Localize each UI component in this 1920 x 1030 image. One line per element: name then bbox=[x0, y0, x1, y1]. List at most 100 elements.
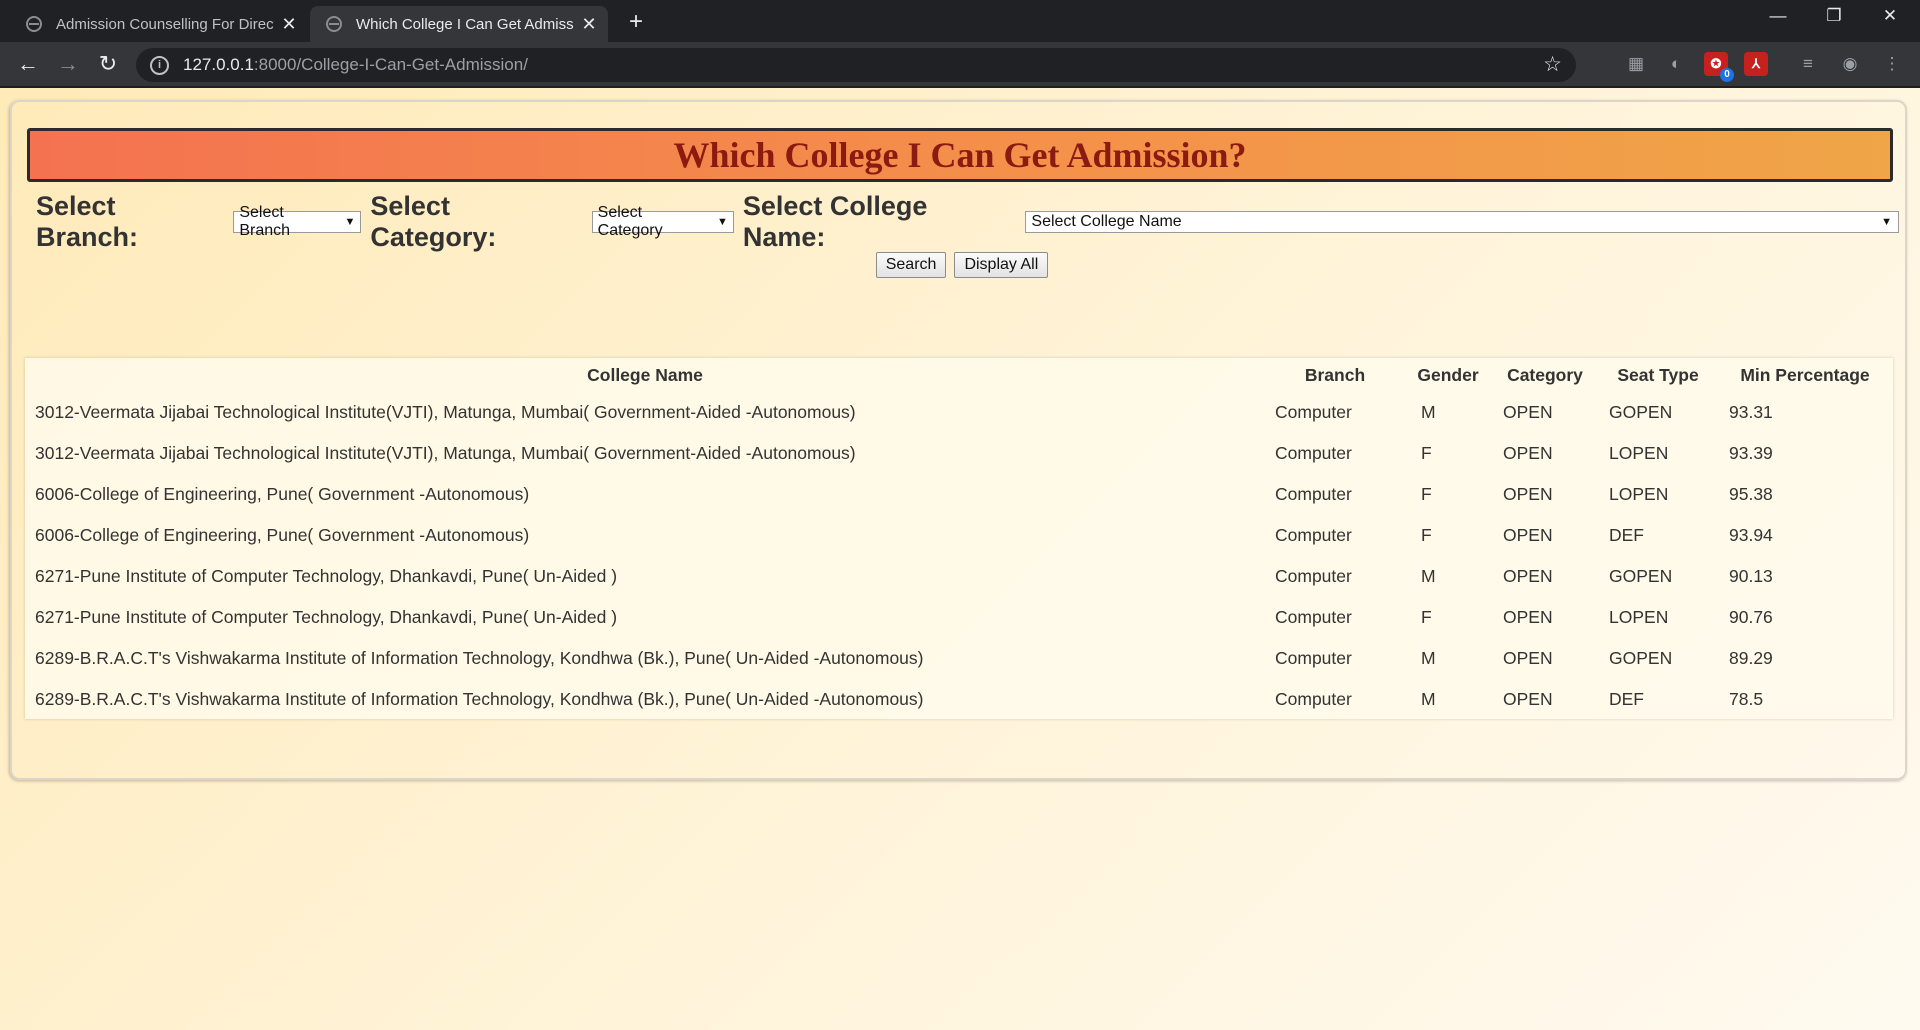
cell-category: OPEN bbox=[1503, 607, 1553, 627]
cell-category: OPEN bbox=[1503, 648, 1553, 668]
college-select-value: Select College Name bbox=[1031, 213, 1182, 230]
url-path: :8000/College-I-Can-Get-Admission/ bbox=[253, 55, 528, 74]
cell-min-percentage: 93.31 bbox=[1729, 402, 1773, 422]
tab-title: Admission Counselling For Direct bbox=[56, 15, 274, 33]
tab-close-icon[interactable]: ✕ bbox=[580, 14, 598, 35]
translate-extension-icon[interactable]: ▦ bbox=[1624, 52, 1648, 76]
cell-seat-type: LOPEN bbox=[1609, 607, 1669, 627]
back-icon[interactable]: ← bbox=[14, 51, 42, 77]
cell-category: OPEN bbox=[1503, 402, 1553, 422]
cell-gender: M bbox=[1421, 402, 1436, 422]
cell-college-name: 6271-Pune Institute of Computer Technolo… bbox=[35, 607, 618, 627]
sync-extension-icon[interactable]: ◐ bbox=[1664, 52, 1688, 76]
dropdown-arrow-icon: ▼ bbox=[716, 216, 728, 228]
branch-select[interactable]: Select Branch ▼ bbox=[233, 204, 362, 239]
cell-branch: Computer bbox=[1275, 443, 1352, 463]
media-control-icon[interactable]: ≡ bbox=[1796, 52, 1820, 76]
cell-gender: M bbox=[1421, 648, 1436, 668]
browser-tab-strip: Admission Counselling For Direct ✕ Which… bbox=[0, 0, 1920, 42]
table-row: 6006-College of Engineering, Pune( Gover… bbox=[25, 474, 1893, 515]
cell-gender: M bbox=[1421, 689, 1436, 709]
category-select-value: Select Category bbox=[597, 204, 663, 239]
branch-label: Select Branch: bbox=[36, 191, 139, 252]
cell-min-percentage: 78.5 bbox=[1729, 689, 1764, 709]
column-header-category: Category bbox=[1507, 364, 1583, 385]
column-header-gender: Gender bbox=[1417, 364, 1479, 385]
reload-icon[interactable]: ↻ bbox=[94, 51, 122, 77]
cell-min-percentage: 90.76 bbox=[1729, 607, 1773, 627]
forward-icon[interactable]: → bbox=[54, 51, 82, 77]
url-host: 127.0.0.1 bbox=[183, 55, 254, 74]
cell-min-percentage: 89.29 bbox=[1729, 648, 1773, 668]
cell-seat-type: GOPEN bbox=[1609, 566, 1673, 586]
cell-seat-type: GOPEN bbox=[1609, 648, 1673, 668]
tab-admission-counselling[interactable]: Admission Counselling For Direct ✕ bbox=[10, 6, 308, 42]
cell-gender: F bbox=[1421, 525, 1432, 545]
column-header-branch: Branch bbox=[1304, 364, 1366, 385]
pdf-extension-icon[interactable]: ⅄ bbox=[1744, 52, 1768, 76]
close-window-icon[interactable]: ✕ bbox=[1870, 6, 1910, 26]
cell-college-name: 3012-Veermata Jijabai Technological Inst… bbox=[35, 443, 856, 463]
cell-seat-type: DEF bbox=[1609, 525, 1644, 545]
cell-min-percentage: 93.94 bbox=[1729, 525, 1773, 545]
college-label: Select College Name: bbox=[742, 191, 928, 252]
adblock-extension-icon[interactable]: ✪ 0 bbox=[1704, 52, 1734, 82]
cell-college-name: 6006-College of Engineering, Pune( Gover… bbox=[35, 525, 530, 545]
page-banner: Which College I Can Get Admission? bbox=[27, 128, 1893, 182]
branch-select-value: Select Branch bbox=[239, 204, 291, 239]
cell-category: OPEN bbox=[1503, 689, 1553, 709]
browser-toolbar: ← → ↻ i 127.0.0.1:8000/College-I-Can-Get… bbox=[0, 42, 1920, 88]
cell-college-name: 6271-Pune Institute of Computer Technolo… bbox=[35, 566, 618, 586]
category-select[interactable]: Select Category ▼ bbox=[591, 204, 734, 239]
profile-avatar-icon[interactable]: ◉ bbox=[1838, 52, 1862, 76]
cell-category: OPEN bbox=[1503, 484, 1553, 504]
cell-college-name: 3012-Veermata Jijabai Technological Inst… bbox=[35, 402, 856, 422]
search-button[interactable]: Search bbox=[875, 252, 947, 278]
cell-seat-type: GOPEN bbox=[1609, 402, 1673, 422]
display-all-button[interactable]: Display All bbox=[954, 252, 1049, 278]
column-header-min-percentage: Min Percentage bbox=[1740, 364, 1870, 385]
cell-min-percentage: 95.38 bbox=[1729, 484, 1773, 504]
extension-badge: 0 bbox=[1720, 68, 1734, 82]
site-info-icon[interactable]: i bbox=[150, 55, 169, 75]
menu-kebab-icon[interactable]: ⋮ bbox=[1880, 52, 1904, 76]
results-table-container: College Name Branch Gender Category Seat… bbox=[25, 358, 1893, 719]
category-label: Select Category: bbox=[370, 191, 497, 252]
address-bar[interactable]: i 127.0.0.1:8000/College-I-Can-Get-Admis… bbox=[136, 48, 1576, 82]
dropdown-arrow-icon: ▼ bbox=[344, 216, 356, 228]
table-row: 6271-Pune Institute of Computer Technolo… bbox=[25, 556, 1893, 597]
cell-branch: Computer bbox=[1275, 402, 1352, 422]
bookmark-star-icon[interactable]: ☆ bbox=[1543, 52, 1562, 77]
minimize-icon[interactable]: — bbox=[1758, 6, 1798, 26]
filter-row: Select Branch: Select Branch ▼ Select Ca… bbox=[36, 191, 1908, 252]
cell-branch: Computer bbox=[1275, 525, 1352, 545]
cell-branch: Computer bbox=[1275, 566, 1352, 586]
college-select[interactable]: Select College Name ▼ bbox=[1025, 211, 1899, 233]
cell-branch: Computer bbox=[1275, 607, 1352, 627]
table-row: 3012-Veermata Jijabai Technological Inst… bbox=[25, 433, 1893, 474]
tab-close-icon[interactable]: ✕ bbox=[280, 14, 298, 35]
column-header-college-name: College Name bbox=[587, 364, 703, 385]
cell-gender: F bbox=[1421, 443, 1432, 463]
tab-which-college[interactable]: Which College I Can Get Admission ✕ bbox=[310, 6, 608, 42]
restore-icon[interactable]: ❐ bbox=[1814, 6, 1854, 26]
cell-min-percentage: 93.39 bbox=[1729, 443, 1773, 463]
cell-seat-type: DEF bbox=[1609, 689, 1644, 709]
cell-branch: Computer bbox=[1275, 689, 1352, 709]
cell-gender: F bbox=[1421, 484, 1432, 504]
cell-college-name: 6289-B.R.A.C.T's Vishwakarma Institute o… bbox=[35, 648, 924, 668]
cell-min-percentage: 90.13 bbox=[1729, 566, 1773, 586]
table-row: 6289-B.R.A.C.T's Vishwakarma Institute o… bbox=[25, 638, 1893, 679]
cell-seat-type: LOPEN bbox=[1609, 484, 1669, 504]
cell-college-name: 6006-College of Engineering, Pune( Gover… bbox=[35, 484, 530, 504]
cell-category: OPEN bbox=[1503, 525, 1553, 545]
table-row: 6271-Pune Institute of Computer Technolo… bbox=[25, 597, 1893, 638]
cell-gender: F bbox=[1421, 607, 1432, 627]
new-tab-icon[interactable]: + bbox=[622, 8, 650, 36]
main-panel: Which College I Can Get Admission? Selec… bbox=[10, 100, 1907, 780]
globe-icon bbox=[326, 16, 342, 32]
tab-title: Which College I Can Get Admission bbox=[356, 15, 574, 33]
cell-college-name: 6289-B.R.A.C.T's Vishwakarma Institute o… bbox=[35, 689, 924, 709]
results-table: College Name Branch Gender Category Seat… bbox=[25, 358, 1893, 720]
table-row: 6006-College of Engineering, Pune( Gover… bbox=[25, 515, 1893, 556]
